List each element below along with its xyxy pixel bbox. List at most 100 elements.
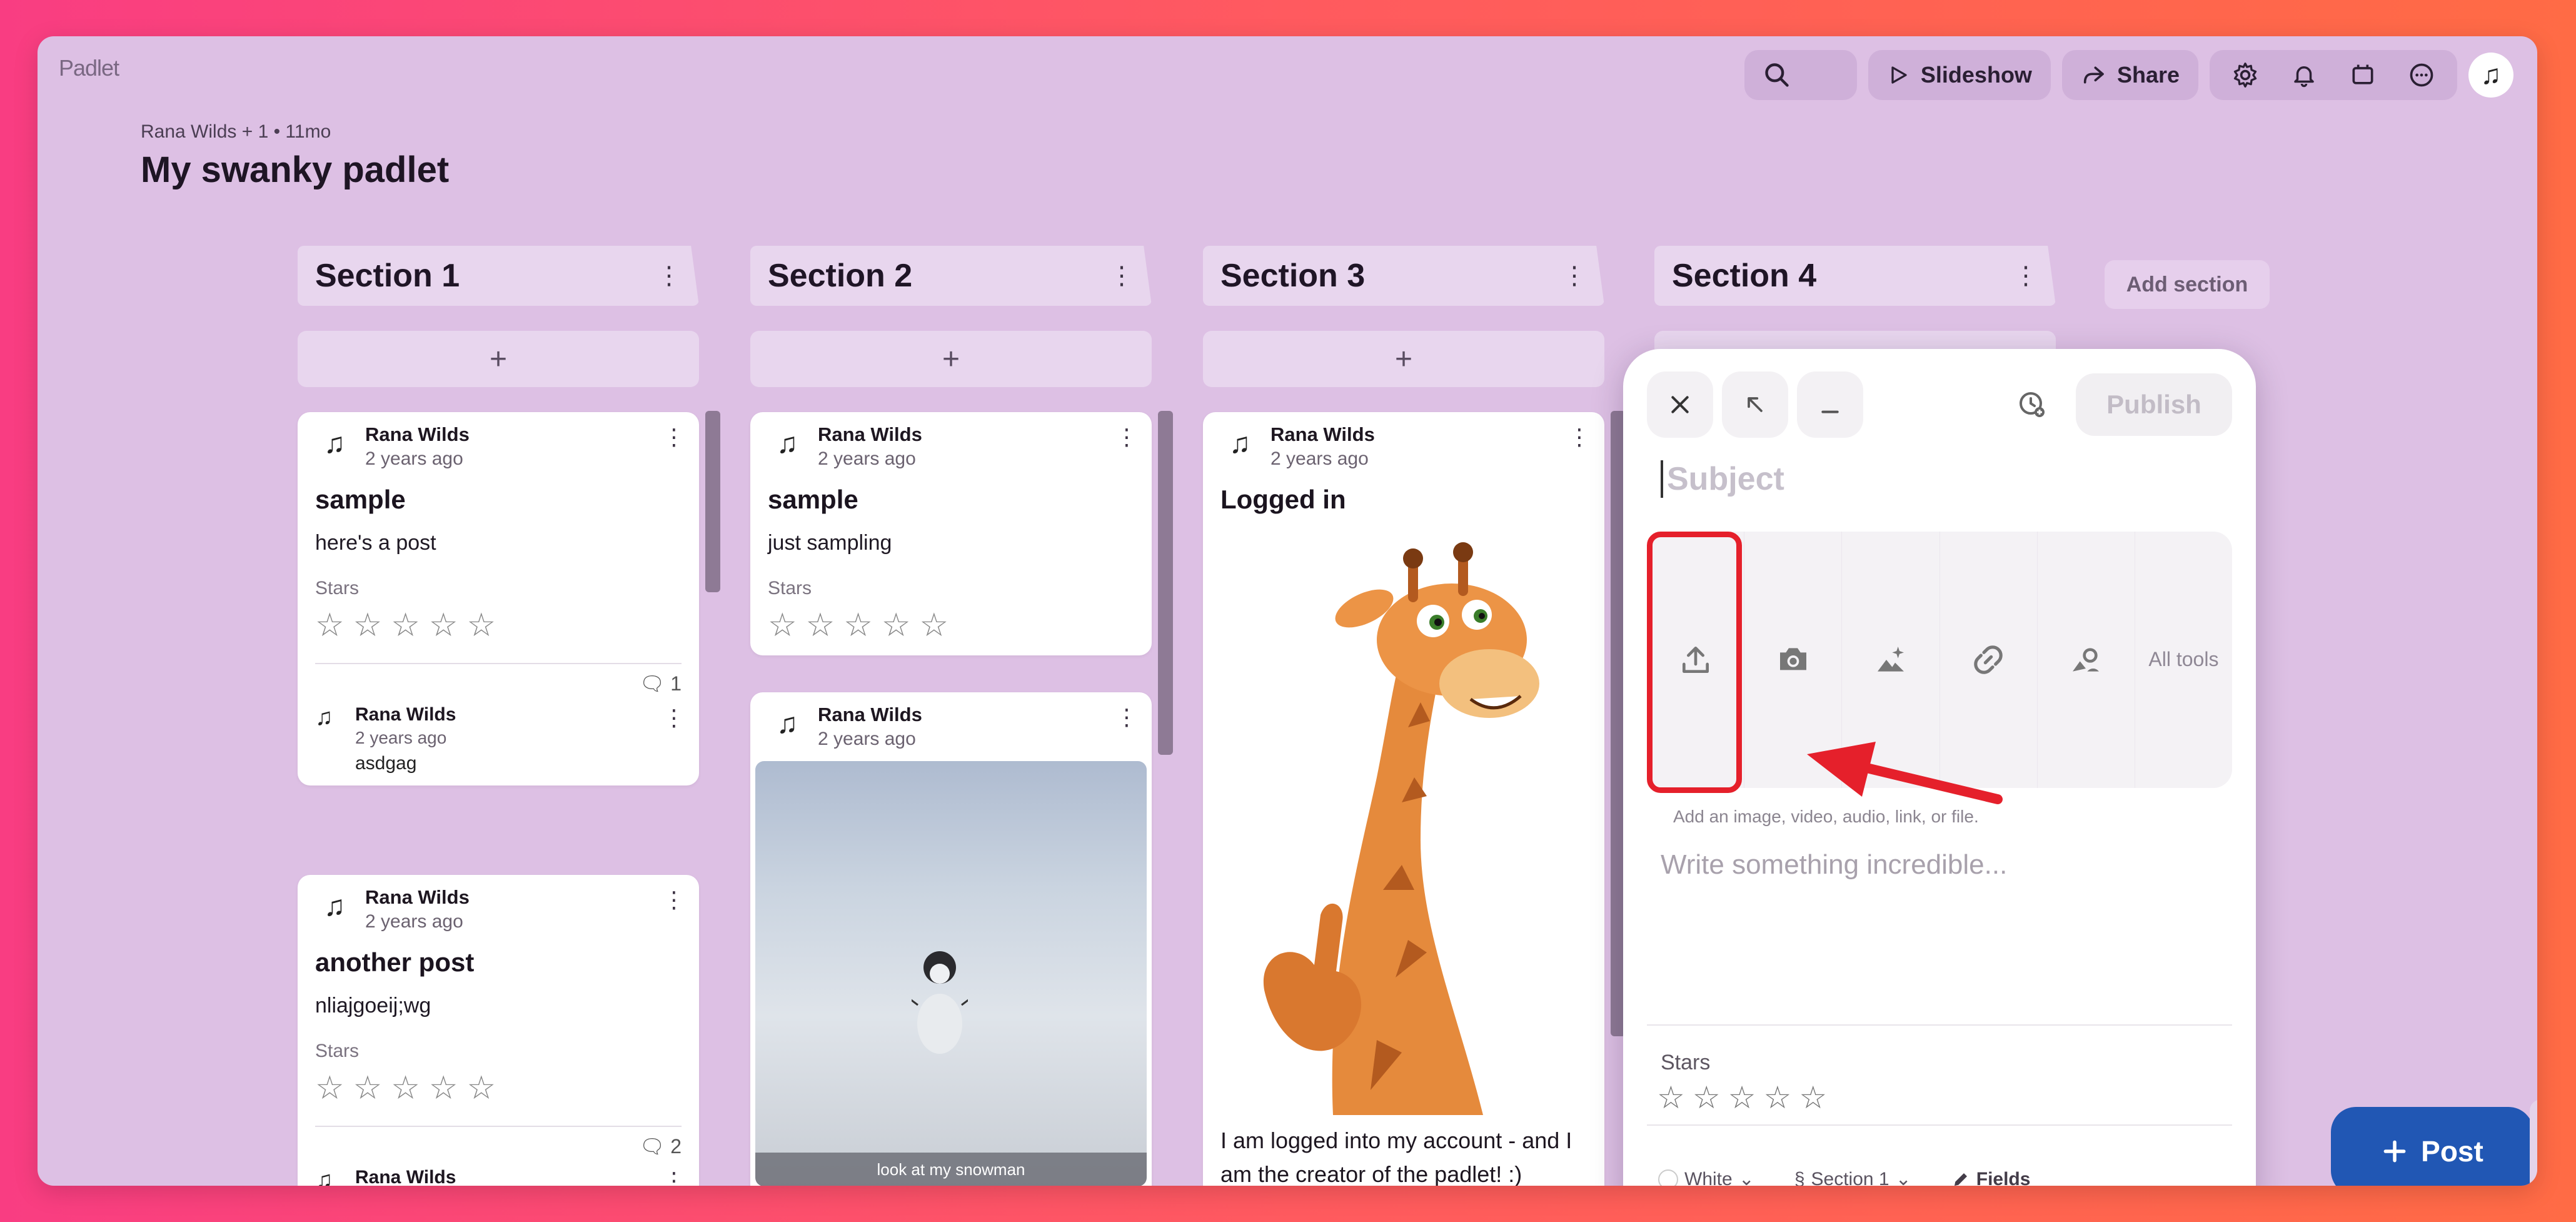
scrollbar[interactable] xyxy=(705,411,720,592)
clock-plus-icon xyxy=(2020,392,2045,417)
post-body: just sampling xyxy=(768,531,892,555)
more-options-button[interactable] xyxy=(2393,50,2450,100)
plus-icon xyxy=(2383,1140,2406,1163)
star-icon[interactable]: ☆ xyxy=(843,607,873,644)
star-icon[interactable]: ☆ xyxy=(882,607,911,644)
star-icon[interactable]: ☆ xyxy=(920,607,949,644)
padlet-logo[interactable]: Padlet xyxy=(59,55,119,81)
post-time: 2 years ago xyxy=(818,729,916,749)
post-card[interactable]: ♫ Rana Wilds 2 years ago ⋮ Logged in I a… xyxy=(1203,412,1604,1186)
comment-menu-icon[interactable]: ⋮ xyxy=(663,1169,685,1186)
schedule-button[interactable] xyxy=(2013,386,2051,423)
post-menu-icon[interactable]: ⋮ xyxy=(663,889,685,911)
star-icon[interactable]: ☆ xyxy=(391,607,420,644)
post-author: Rana Wilds xyxy=(365,886,470,908)
post-menu-icon[interactable]: ⋮ xyxy=(1568,426,1591,448)
publish-button[interactable]: Publish xyxy=(2076,373,2232,436)
expand-button[interactable] xyxy=(1722,371,1788,438)
post-card[interactable]: ♫ Rana Wilds 2 years ago ⋮ another post … xyxy=(298,875,699,1186)
star-icon[interactable]: ☆ xyxy=(768,607,797,644)
star-icon[interactable]: ☆ xyxy=(391,1069,420,1107)
color-picker[interactable]: White ⌄ xyxy=(1658,1168,1754,1186)
giraffe-image[interactable] xyxy=(1220,540,1587,1115)
post-card[interactable]: ♫ Rana Wilds 2 years ago ⋮ sample just s… xyxy=(750,412,1152,655)
settings-button[interactable] xyxy=(2217,50,2273,100)
star-icon[interactable]: ☆ xyxy=(315,607,345,644)
star-icon[interactable]: ☆ xyxy=(806,607,835,644)
divider xyxy=(315,663,682,664)
fields-label: Fields xyxy=(1976,1168,2031,1186)
all-tools-button[interactable]: All tools xyxy=(2135,532,2232,788)
stars-label: Stars xyxy=(315,1041,360,1061)
ai-assistant-button[interactable]: PI xyxy=(2530,1099,2537,1186)
post-card[interactable]: ♫ Rana Wilds 2 years ago ⋮ sample here's… xyxy=(298,412,699,785)
magic-image-icon xyxy=(1877,647,1904,672)
section-picker[interactable]: § Section 1 ⌄ xyxy=(1794,1168,1911,1186)
star-icon[interactable]: ☆ xyxy=(1728,1079,1756,1116)
section-menu-icon[interactable]: ⋮ xyxy=(1109,263,1134,288)
star-icon[interactable]: ☆ xyxy=(353,607,383,644)
section-title[interactable]: Section 3 xyxy=(1220,257,1365,295)
close-button[interactable] xyxy=(1647,371,1713,438)
star-icon[interactable]: ☆ xyxy=(1799,1079,1827,1116)
section-title[interactable]: Section 2 xyxy=(768,257,912,295)
minimize-button[interactable] xyxy=(1797,371,1863,438)
section-header: Section 2 ⋮ xyxy=(750,246,1152,306)
board-title[interactable]: My swanky padlet xyxy=(141,149,449,191)
section-title[interactable]: Section 1 xyxy=(315,257,460,295)
star-icon[interactable]: ☆ xyxy=(429,1069,458,1107)
star-icon[interactable]: ☆ xyxy=(467,1069,496,1107)
post-body: nliajgoeij;wg xyxy=(315,994,431,1017)
add-post-button[interactable]: + xyxy=(1203,331,1604,387)
post-menu-icon[interactable]: ⋮ xyxy=(663,426,685,448)
star-icon[interactable]: ☆ xyxy=(1763,1079,1791,1116)
slideshow-button[interactable]: Slideshow xyxy=(1868,50,2051,100)
comment-count[interactable]: 🗨 1 xyxy=(315,672,682,695)
star-icon[interactable]: ☆ xyxy=(467,607,496,644)
divider xyxy=(1647,1124,2232,1126)
section-menu-icon[interactable]: ⋮ xyxy=(657,263,682,288)
share-button[interactable]: Share xyxy=(2061,50,2198,100)
fields-button[interactable]: Fields xyxy=(1951,1168,2031,1186)
add-section-button[interactable]: Add section xyxy=(2105,260,2270,309)
star-rating[interactable]: ☆ ☆ ☆ ☆ ☆ xyxy=(315,1069,682,1107)
section-title[interactable]: Section 4 xyxy=(1672,257,1816,295)
user-avatar[interactable]: ♫ xyxy=(2468,53,2513,98)
add-post-button[interactable]: + xyxy=(298,331,699,387)
post-menu-icon[interactable]: ⋮ xyxy=(1115,426,1138,448)
new-post-label: Post xyxy=(2421,1135,2483,1168)
link-icon xyxy=(1974,645,2003,674)
notifications-button[interactable] xyxy=(2276,50,2332,100)
subject-input[interactable]: Subject xyxy=(1661,460,1784,498)
new-post-button[interactable]: Post xyxy=(2331,1107,2533,1186)
star-icon[interactable]: ☆ xyxy=(429,607,458,644)
post-header: ♫ Rana Wilds 2 years ago ⋮ xyxy=(768,704,1138,750)
section-menu-icon[interactable]: ⋮ xyxy=(2013,263,2038,288)
post-card[interactable]: ♫ Rana Wilds 2 years ago ⋮ look at my sn… xyxy=(750,692,1152,1186)
comment-count-value: 2 xyxy=(670,1135,682,1158)
post-header: ♫ Rana Wilds 2 years ago ⋮ xyxy=(315,886,685,932)
section-menu-icon[interactable]: ⋮ xyxy=(1562,263,1587,288)
search-button[interactable] xyxy=(1744,50,1857,100)
star-rating-input[interactable]: ☆ ☆ ☆ ☆ ☆ xyxy=(1657,1079,1827,1116)
post-time: 2 years ago xyxy=(365,911,463,932)
board-meta: Rana Wilds + 1 • 11mo xyxy=(141,121,331,142)
post-menu-icon[interactable]: ⋮ xyxy=(1115,706,1138,729)
star-icon[interactable]: ☆ xyxy=(353,1069,383,1107)
comment-menu-icon[interactable]: ⋮ xyxy=(663,707,685,729)
body-input[interactable]: Write something incredible... xyxy=(1661,849,2007,881)
scrollbar[interactable] xyxy=(1158,411,1173,755)
add-post-button[interactable]: + xyxy=(750,331,1152,387)
star-rating[interactable]: ☆ ☆ ☆ ☆ ☆ xyxy=(315,607,682,644)
star-icon[interactable]: ☆ xyxy=(315,1069,345,1107)
image-search-button[interactable] xyxy=(2038,532,2135,788)
star-icon[interactable]: ☆ xyxy=(1657,1079,1685,1116)
more-icon xyxy=(2410,63,2433,87)
star-icon[interactable]: ☆ xyxy=(1693,1079,1721,1116)
star-rating[interactable]: ☆ ☆ ☆ ☆ ☆ xyxy=(768,607,1134,644)
remake-button[interactable] xyxy=(2335,50,2391,100)
top-toolbar: Slideshow Share ♫ xyxy=(1744,50,2513,100)
comment-count-value: 1 xyxy=(670,672,682,695)
snowman-image[interactable]: look at my snowman xyxy=(755,761,1147,1186)
comment-count[interactable]: 🗨 2 xyxy=(315,1134,682,1158)
